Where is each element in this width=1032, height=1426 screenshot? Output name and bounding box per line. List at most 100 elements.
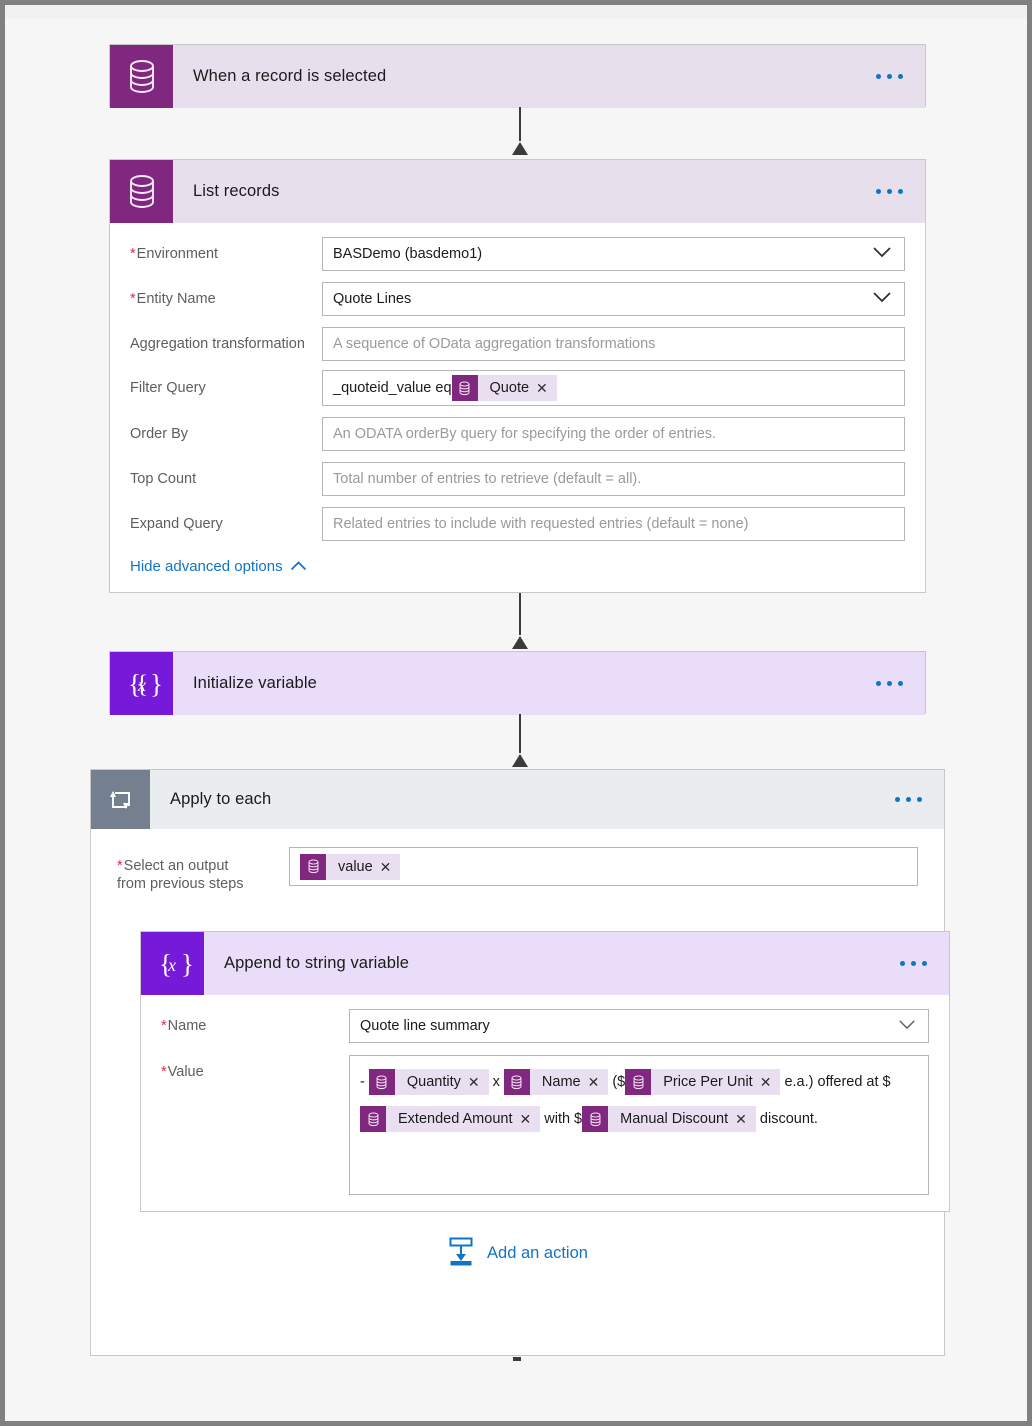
canvas-top-strip bbox=[5, 5, 1027, 19]
svg-text:x: x bbox=[167, 955, 176, 975]
dynamic-content-token-name[interactable]: Name ✕ bbox=[503, 1069, 609, 1096]
hide-advanced-options-link[interactable]: Hide advanced options bbox=[130, 558, 307, 575]
field-label: *Select an output from previous steps bbox=[117, 858, 244, 892]
entity-name-dropdown[interactable]: Quote Lines bbox=[322, 282, 905, 316]
placeholder-text: Related entries to include with requeste… bbox=[333, 516, 749, 532]
svg-text:}: } bbox=[150, 669, 163, 699]
connector-arrow bbox=[509, 593, 531, 651]
field-label: *Environment bbox=[130, 246, 219, 262]
token-label: Extended Amount bbox=[398, 1110, 513, 1127]
placeholder-text: Total number of entries to retrieve (def… bbox=[333, 471, 642, 487]
dataverse-database-icon bbox=[110, 160, 173, 223]
dynamic-content-token-manual-discount[interactable]: Manual Discount ✕ bbox=[582, 1106, 756, 1133]
card-apply-to-each[interactable]: Apply to each *Select an output from pre… bbox=[90, 769, 950, 1356]
field-label: Aggregation transformation bbox=[130, 336, 305, 352]
svg-text:{: { bbox=[128, 669, 141, 699]
dynamic-content-token-price-per-unit[interactable]: Price Per Unit ✕ bbox=[625, 1069, 781, 1096]
dynamic-content-token-quantity[interactable]: Quantity ✕ bbox=[368, 1069, 489, 1096]
variable-value-input[interactable]: - Quantity ✕ x Name ✕ ($ Price Per Unit ✕ e.… bbox=[349, 1055, 929, 1195]
remove-token-icon[interactable]: ✕ bbox=[380, 860, 401, 874]
card-title: List records bbox=[193, 182, 280, 200]
filter-query-prefix: _quoteid_value eq bbox=[333, 380, 452, 396]
entity-name-value: Quote Lines bbox=[333, 291, 412, 307]
card-title: Initialize variable bbox=[193, 674, 317, 692]
remove-token-icon[interactable]: ✕ bbox=[519, 1112, 540, 1126]
field-label: *Name bbox=[161, 1018, 207, 1034]
aggregation-transformation-input[interactable]: A sequence of OData aggregation transfor… bbox=[322, 327, 905, 361]
more-commands-button[interactable] bbox=[872, 183, 907, 200]
form-row-expand-query: Expand Query Related entries to include … bbox=[130, 507, 905, 541]
more-commands-button[interactable] bbox=[872, 675, 907, 692]
token-label: Quantity bbox=[406, 1073, 461, 1090]
svg-text:}: } bbox=[181, 949, 194, 979]
form-row-order-by: Order By An ODATA orderBy query for spec… bbox=[130, 417, 905, 451]
value-text-segment: - bbox=[360, 1074, 369, 1090]
more-commands-button[interactable] bbox=[891, 791, 926, 808]
field-label: Order By bbox=[130, 426, 189, 442]
dataverse-database-icon bbox=[582, 1106, 609, 1133]
form-row-entity-name: *Entity Name Quote Lines bbox=[130, 282, 905, 316]
required-asterisk: * bbox=[161, 1018, 167, 1034]
variable-name-value: Quote line summary bbox=[360, 1018, 490, 1034]
card-append-to-string-variable[interactable]: { x } Append to string variable *Name Qu… bbox=[140, 931, 950, 1212]
advanced-options-row: Hide advanced options bbox=[130, 552, 905, 576]
more-commands-button[interactable] bbox=[872, 68, 907, 85]
value-text-segment: with $ bbox=[540, 1111, 583, 1127]
remove-token-icon[interactable]: ✕ bbox=[536, 381, 557, 395]
card-list-records[interactable]: List records *Environment BASDemo (basde… bbox=[109, 159, 926, 593]
remove-token-icon[interactable]: ✕ bbox=[588, 1075, 609, 1089]
add-action-row: Add an action bbox=[117, 1198, 918, 1318]
required-asterisk: * bbox=[130, 246, 136, 262]
token-label: Quote bbox=[489, 380, 530, 396]
field-label: Filter Query bbox=[130, 380, 206, 396]
chevron-down-icon[interactable] bbox=[872, 291, 892, 307]
variable-braces-icon: { x } bbox=[141, 932, 204, 995]
expand-query-input[interactable]: Related entries to include with requeste… bbox=[322, 507, 905, 541]
remove-token-icon[interactable]: ✕ bbox=[735, 1112, 756, 1126]
value-text-segment: e.a.) bbox=[780, 1074, 818, 1090]
dynamic-content-token-quote[interactable]: Quote ✕ bbox=[451, 375, 557, 401]
form-row-variable-value: *Value - Quantity ✕ x Name ✕ ($ Price Per U… bbox=[161, 1055, 929, 1195]
dataverse-database-icon bbox=[625, 1069, 652, 1096]
dataverse-database-icon bbox=[360, 1106, 386, 1133]
environment-dropdown[interactable]: BASDemo (basdemo1) bbox=[322, 237, 905, 271]
scope-connector-stub bbox=[513, 1357, 521, 1361]
card-when-a-record-is-selected[interactable]: When a record is selected bbox=[109, 44, 926, 108]
top-count-input[interactable]: Total number of entries to retrieve (def… bbox=[322, 462, 905, 496]
chevron-up-icon bbox=[290, 558, 307, 575]
form-row-filter-query: Filter Query _quoteid_value eq Quote ✕ bbox=[130, 370, 905, 406]
form-row-variable-name: *Name Quote line summary bbox=[161, 1009, 929, 1043]
connector-arrow bbox=[509, 107, 531, 157]
card-title: Apply to each bbox=[170, 790, 272, 808]
dynamic-content-token-value[interactable]: value ✕ bbox=[300, 853, 401, 880]
order-by-input[interactable]: An ODATA orderBy query for specifying th… bbox=[322, 417, 905, 451]
value-text-segment: discount. bbox=[755, 1111, 818, 1127]
add-an-action-button[interactable]: Add an action bbox=[447, 1236, 588, 1271]
dataverse-database-icon bbox=[368, 1069, 395, 1096]
chevron-down-icon[interactable] bbox=[898, 1018, 916, 1034]
token-label: Manual Discount bbox=[620, 1110, 729, 1127]
field-label: *Value bbox=[161, 1064, 204, 1080]
field-label: *Entity Name bbox=[130, 291, 216, 307]
card-initialize-variable[interactable]: { x ​ { } Initialize variable bbox=[109, 651, 926, 715]
card-title: Append to string variable bbox=[224, 954, 410, 972]
filter-query-input[interactable]: _quoteid_value eq Quote ✕ bbox=[322, 370, 905, 406]
dataverse-database-icon bbox=[110, 45, 173, 108]
token-label: Name bbox=[541, 1073, 581, 1090]
dynamic-content-token-extended-amount[interactable]: Extended Amount ✕ bbox=[360, 1106, 541, 1133]
advanced-options-label: Hide advanced options bbox=[130, 558, 283, 575]
card-title: When a record is selected bbox=[193, 67, 387, 85]
variable-name-dropdown[interactable]: Quote line summary bbox=[349, 1009, 929, 1043]
placeholder-text: An ODATA orderBy query for specifying th… bbox=[333, 426, 717, 442]
more-commands-button[interactable] bbox=[896, 955, 931, 972]
chevron-down-icon[interactable] bbox=[872, 246, 892, 262]
select-output-input[interactable]: value ✕ bbox=[289, 847, 918, 886]
add-action-label: Add an action bbox=[487, 1244, 588, 1262]
add-action-icon bbox=[447, 1236, 475, 1271]
dataverse-database-icon bbox=[503, 1069, 530, 1096]
value-text-segment: ($ bbox=[608, 1074, 626, 1090]
remove-token-icon[interactable]: ✕ bbox=[760, 1075, 781, 1089]
remove-token-icon[interactable]: ✕ bbox=[468, 1075, 489, 1089]
dataverse-database-icon bbox=[451, 375, 478, 401]
connector-arrow bbox=[509, 714, 531, 769]
